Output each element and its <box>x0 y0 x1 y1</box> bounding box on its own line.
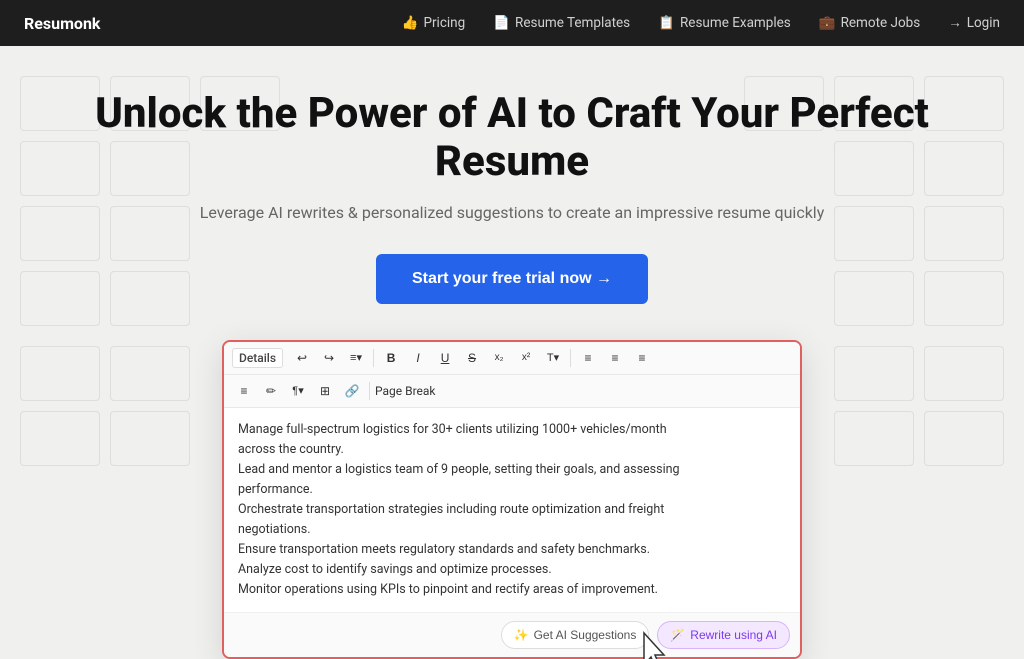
hero-subheadline: Leverage AI rewrites & personalized sugg… <box>20 203 1004 222</box>
document-icon: 📄 <box>493 15 510 31</box>
justify-button[interactable]: ≡ <box>232 379 256 403</box>
hero-headline: Unlock the Power of AI to Craft Your Per… <box>20 90 1004 187</box>
content-line: Manage full-spectrum logistics for 30+ c… <box>238 420 786 440</box>
page-break-label: Page Break <box>375 384 436 398</box>
templates-link[interactable]: 📄 Resume Templates <box>493 15 630 31</box>
editor-content[interactable]: Manage full-spectrum logistics for 30+ c… <box>224 408 800 612</box>
pricing-link[interactable]: 👍 Pricing <box>402 15 466 31</box>
editor-footer: ✨ Get AI Suggestions 🪄 Rewrite using AI <box>224 612 800 657</box>
list-button[interactable]: ≡ <box>576 346 600 370</box>
clipboard-icon: 📋 <box>658 15 675 31</box>
arrow-right-icon: → <box>948 15 962 31</box>
content-line: performance. <box>238 480 786 500</box>
deco-box <box>834 346 914 401</box>
deco-box <box>20 271 100 326</box>
toolbar-separator <box>369 382 370 400</box>
content-line: Analyze cost to identify savings and opt… <box>238 560 786 580</box>
italic-button[interactable]: I <box>406 346 430 370</box>
briefcase-icon: 💼 <box>819 15 836 31</box>
content-line: across the country. <box>238 440 786 460</box>
superscript-button[interactable]: x² <box>514 346 538 370</box>
content-line: Lead and mentor a logistics team of 9 pe… <box>238 460 786 480</box>
examples-link[interactable]: 📋 Resume Examples <box>658 15 791 31</box>
deco-box <box>20 346 100 401</box>
table-button[interactable]: ⊞ <box>313 379 337 403</box>
toolbar-separator <box>373 349 374 367</box>
rewrite-using-ai-button[interactable]: 🪄 Rewrite using AI <box>657 621 790 649</box>
navbar: Resumonk 👍 Pricing 📄 Resume Templates 📋 … <box>0 0 1024 46</box>
site-logo: Resumonk <box>24 14 100 33</box>
subscript-button[interactable]: x₂ <box>487 346 511 370</box>
deco-box <box>924 411 1004 466</box>
paragraph-button[interactable]: ¶▾ <box>286 379 310 403</box>
redo-button[interactable]: ↪ <box>317 346 341 370</box>
indent-button[interactable]: ≡ <box>630 346 654 370</box>
deco-box <box>924 346 1004 401</box>
deco-box <box>110 271 190 326</box>
toolbar-separator <box>570 349 571 367</box>
content-line: negotiations. <box>238 520 786 540</box>
sparkle-icon: ✨ <box>514 628 529 642</box>
link-button[interactable]: 🔗 <box>340 379 364 403</box>
nav-links: 👍 Pricing 📄 Resume Templates 📋 Resume Ex… <box>402 15 1000 31</box>
pricing-icon: 👍 <box>402 15 419 31</box>
deco-box <box>834 271 914 326</box>
font-button[interactable]: T▾ <box>541 346 565 370</box>
content-line: Orchestrate transportation strategies in… <box>238 500 786 520</box>
undo-button[interactable]: ↩ <box>290 346 314 370</box>
editor-mockup: Details ↩ ↪ ≡▾ B I U S x₂ x² T▾ ≡ ≡ ≡ <box>222 340 802 659</box>
editor-card: Details ↩ ↪ ≡▾ B I U S x₂ x² T▾ ≡ ≡ ≡ <box>222 340 802 659</box>
deco-box <box>834 411 914 466</box>
cursor <box>636 629 672 659</box>
deco-box <box>924 271 1004 326</box>
highlight-button[interactable]: ✏ <box>259 379 283 403</box>
bold-button[interactable]: B <box>379 346 403 370</box>
details-label: Details <box>232 348 283 368</box>
deco-box <box>20 411 100 466</box>
get-ai-suggestions-button[interactable]: ✨ Get AI Suggestions <box>501 621 650 649</box>
deco-box <box>110 411 190 466</box>
editor-toolbar-row2: ≡ ✏ ¶▾ ⊞ 🔗 Page Break <box>224 375 800 408</box>
underline-button[interactable]: U <box>433 346 457 370</box>
cta-button[interactable]: Start your free trial now → <box>376 254 648 304</box>
strikethrough-button[interactable]: S <box>460 346 484 370</box>
hero-section: Unlock the Power of AI to Craft Your Per… <box>0 46 1024 659</box>
ordered-list-button[interactable]: ≡ <box>603 346 627 370</box>
editor-toolbar-row1: Details ↩ ↪ ≡▾ B I U S x₂ x² T▾ ≡ ≡ ≡ <box>224 342 800 375</box>
align-button[interactable]: ≡▾ <box>344 346 368 370</box>
content-line: Monitor operations using KPIs to pinpoin… <box>238 580 786 600</box>
login-link[interactable]: → Login <box>948 15 1000 31</box>
wand-icon: 🪄 <box>670 628 685 642</box>
deco-box <box>110 346 190 401</box>
remote-jobs-link[interactable]: 💼 Remote Jobs <box>819 15 920 31</box>
content-line: Ensure transportation meets regulatory s… <box>238 540 786 560</box>
